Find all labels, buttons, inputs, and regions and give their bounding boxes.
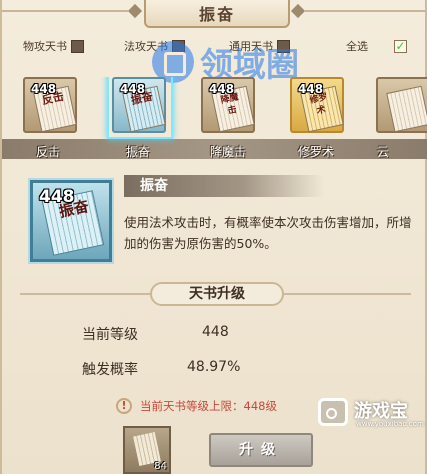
level-cap-warning: ! 当前天书等级上限：448级 bbox=[116, 398, 277, 414]
filter-select-all-checkbox[interactable]: ✓ bbox=[394, 39, 407, 53]
selected-book-icon: 振奋 448 bbox=[30, 180, 112, 262]
trigger-rate-label: 触发概率 bbox=[82, 362, 138, 378]
book-card: 修罗术 448 bbox=[290, 77, 344, 133]
header-ornament-right bbox=[290, 3, 306, 19]
book-card bbox=[376, 77, 427, 133]
book-name: 振奋 bbox=[125, 145, 150, 159]
filter-label: 通用天书 bbox=[229, 40, 273, 53]
filter-label: 全选 bbox=[346, 40, 368, 53]
book-card: 降魔击 448 bbox=[201, 77, 255, 133]
warning-icon: ! bbox=[116, 398, 132, 414]
filter-physical[interactable]: 物攻天书 bbox=[23, 38, 84, 54]
upgrade-section-header: 天书升级 bbox=[2, 282, 427, 306]
upgrade-button[interactable]: 升级 bbox=[209, 433, 313, 467]
book-item[interactable]: 降魔击 448 降魔击 bbox=[197, 77, 257, 163]
trigger-rate-value: 48.97% bbox=[187, 359, 241, 375]
book-item[interactable]: 修罗术 448 修罗术 bbox=[286, 77, 346, 163]
watermark-url: www.youxibao.com bbox=[356, 420, 424, 428]
skill-book-panel: 振奋 物攻天书 法攻天书 通用天书 全选 ✓ 领域圈 反击 448 反击 振奋 … bbox=[0, 0, 427, 474]
section-title: 天书升级 bbox=[150, 282, 284, 306]
skill-name: 振奋 bbox=[124, 175, 324, 197]
page-title: 振奋 bbox=[144, 0, 290, 28]
book-card: 振奋 448 bbox=[112, 77, 166, 133]
check-icon: ✓ bbox=[395, 39, 406, 53]
header-divider-right bbox=[305, 10, 427, 12]
book-name: 云 bbox=[377, 145, 390, 159]
filter-magic[interactable]: 法攻天书 bbox=[124, 38, 185, 54]
book-level: 448 bbox=[298, 82, 324, 96]
warning-text: 当前天书等级上限：448级 bbox=[140, 399, 277, 413]
divider bbox=[284, 293, 411, 295]
filter-physical-checkbox[interactable] bbox=[71, 39, 84, 53]
book-name: 反击 bbox=[35, 145, 60, 159]
material-item[interactable]: 84 bbox=[123, 426, 171, 474]
book-item-selected[interactable]: 振奋 448 振奋 bbox=[107, 77, 173, 163]
header-ornament-left bbox=[127, 3, 143, 19]
book-card: 反击 448 bbox=[23, 77, 77, 133]
book-level: 448 bbox=[120, 82, 146, 96]
book-name: 修罗术 bbox=[297, 145, 334, 159]
filter-general[interactable]: 通用天书 bbox=[229, 38, 290, 54]
book-name: 降魔击 bbox=[209, 145, 246, 159]
book-level: 448 bbox=[31, 82, 57, 96]
material-count: 84 bbox=[154, 461, 167, 472]
filter-general-checkbox[interactable] bbox=[277, 39, 290, 53]
skill-description: 使用法术攻击时，有概率使本次攻击伤害增加，所增加的伤害为原伤害的50%。 bbox=[124, 215, 412, 251]
filter-magic-checkbox[interactable] bbox=[172, 39, 185, 53]
book-list: 反击 448 反击 振奋 448 振奋 降魔击 448 降魔击 修罗术 448 … bbox=[2, 77, 427, 163]
gamepad-icon bbox=[318, 398, 348, 426]
header-divider-left bbox=[2, 10, 128, 12]
current-level-value: 448 bbox=[202, 324, 229, 340]
book-level: 448 bbox=[39, 187, 75, 207]
book-level: 448 bbox=[209, 82, 235, 96]
filter-bar: 物攻天书 法攻天书 通用天书 全选 ✓ bbox=[2, 38, 427, 58]
filter-label: 物攻天书 bbox=[23, 40, 67, 53]
current-level-label: 当前等级 bbox=[82, 327, 138, 343]
book-item-partial[interactable]: 云 bbox=[372, 77, 427, 163]
divider bbox=[20, 293, 150, 295]
scroll-icon bbox=[386, 85, 427, 133]
watermark-logo-bottom: 游戏宝 www.youxibao.com bbox=[318, 394, 426, 434]
filter-label: 法攻天书 bbox=[124, 40, 168, 53]
filter-select-all[interactable]: 全选 ✓ bbox=[346, 38, 407, 54]
book-item[interactable]: 反击 448 反击 bbox=[19, 77, 79, 163]
